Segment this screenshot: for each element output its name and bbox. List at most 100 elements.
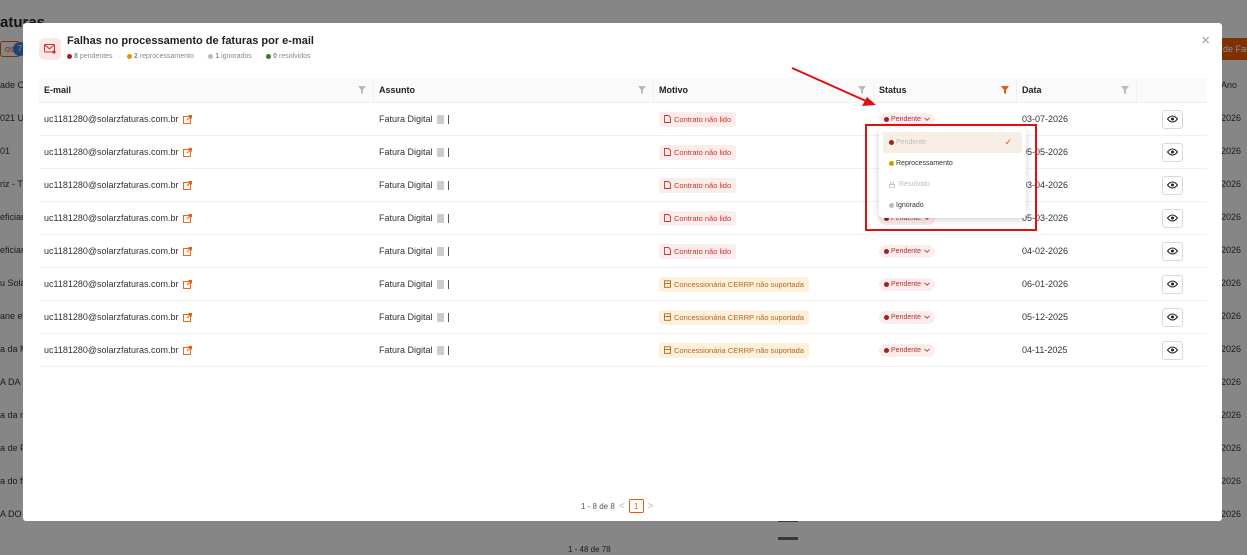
- email-cell: uc1181280@solarzfaturas.com.br: [39, 202, 374, 235]
- view-button[interactable]: [1161, 340, 1183, 360]
- view-button[interactable]: [1161, 274, 1183, 294]
- file-icon: [436, 114, 444, 124]
- external-link-icon[interactable]: [182, 345, 192, 355]
- summary-reprocessamento: 2 reprocessamento: [126, 53, 194, 60]
- pagination-range: 1 - 8 de 8: [581, 501, 615, 511]
- status-cell: Pendente: [874, 268, 1017, 301]
- subject-text: Fatura Digital: [379, 213, 433, 223]
- file-icon: [436, 213, 444, 223]
- col-actions: [1137, 78, 1207, 103]
- actions-cell: [1137, 169, 1207, 202]
- email-cell: uc1181280@solarzfaturas.com.br: [39, 103, 374, 136]
- view-button[interactable]: [1161, 109, 1183, 129]
- status-select[interactable]: Pendente: [879, 310, 935, 324]
- page-1-button[interactable]: 1: [628, 499, 644, 513]
- email-cell: uc1181280@solarzfaturas.com.br: [39, 301, 374, 334]
- reason-cell: Concessionária CERRP não suportada: [654, 268, 874, 301]
- actions-cell: [1137, 235, 1207, 268]
- email-cell: uc1181280@solarzfaturas.com.br: [39, 235, 374, 268]
- date-cell: 05-12-2025: [1022, 312, 1069, 322]
- reason-tag: Concessionária CERRP não suportada: [659, 309, 809, 325]
- external-link-icon[interactable]: [182, 213, 192, 223]
- subject-text: Fatura Digital: [379, 147, 433, 157]
- external-link-icon[interactable]: [182, 147, 192, 157]
- subject-text: Fatura Digital: [379, 312, 433, 322]
- subject-text: Fatura Digital: [379, 114, 433, 124]
- reason-cell: Concessionária CERRP não suportada: [654, 301, 874, 334]
- table-header: E-mail Assunto Motivo Status Data: [39, 77, 1207, 103]
- external-link-icon[interactable]: [182, 114, 192, 124]
- view-button[interactable]: [1161, 241, 1183, 261]
- subject-cell: Fatura Digital: [374, 301, 654, 334]
- reason-tag: Contrato não lido: [659, 243, 737, 259]
- actions-cell: [1137, 103, 1207, 136]
- filter-icon[interactable]: [1121, 85, 1129, 94]
- filter-icon[interactable]: [358, 85, 366, 94]
- email-text: uc1181280@solarzfaturas.com.br: [44, 312, 179, 322]
- document-icon: [664, 214, 671, 222]
- chevron-down-icon: [924, 315, 930, 319]
- actions-cell: [1137, 334, 1207, 367]
- divider: [447, 345, 449, 355]
- filter-icon[interactable]: [638, 85, 646, 94]
- table-row: uc1181280@solarzfaturas.com.br Fatura Dig…: [39, 235, 1207, 268]
- view-button[interactable]: [1161, 208, 1183, 228]
- subject-cell: Fatura Digital: [374, 169, 654, 202]
- date-cell: 06-01-2026: [1022, 279, 1069, 289]
- subject-cell: Fatura Digital: [374, 103, 654, 136]
- date-cell: 04-02-2026: [1022, 246, 1069, 256]
- next-page-button[interactable]: >: [648, 501, 654, 512]
- eye-icon: [1166, 181, 1178, 189]
- external-link-icon[interactable]: [182, 279, 192, 289]
- document-icon: [664, 148, 671, 156]
- table-row: uc1181280@solarzfaturas.com.br Fatura Dig…: [39, 268, 1207, 301]
- status-select[interactable]: Pendente: [879, 244, 935, 258]
- col-assunto: Assunto: [374, 77, 654, 103]
- email-cell: uc1181280@solarzfaturas.com.br: [39, 136, 374, 169]
- view-button[interactable]: [1161, 175, 1183, 195]
- document-icon: [664, 115, 671, 123]
- table-row: uc1181280@solarzfaturas.com.br Fatura Dig…: [39, 334, 1207, 367]
- eye-icon: [1166, 313, 1178, 321]
- close-icon[interactable]: ×: [1201, 33, 1210, 48]
- subject-text: Fatura Digital: [379, 246, 433, 256]
- prev-page-button[interactable]: <: [619, 501, 625, 512]
- reason-cell: Contrato não lido: [654, 136, 874, 169]
- actions-cell: [1137, 301, 1207, 334]
- external-link-icon[interactable]: [182, 180, 192, 190]
- reason-cell: Contrato não lido: [654, 235, 874, 268]
- eye-icon: [1166, 148, 1178, 156]
- email-text: uc1181280@solarzfaturas.com.br: [44, 213, 179, 223]
- file-icon: [436, 180, 444, 190]
- subject-cell: Fatura Digital: [374, 136, 654, 169]
- status-cell: Pendente: [874, 301, 1017, 334]
- email-text: uc1181280@solarzfaturas.com.br: [44, 114, 179, 124]
- view-button[interactable]: [1161, 142, 1183, 162]
- external-link-icon[interactable]: [182, 246, 192, 256]
- building-icon: [664, 280, 671, 288]
- chevron-down-icon: [924, 282, 930, 286]
- eye-icon: [1166, 247, 1178, 255]
- subject-cell: Fatura Digital: [374, 202, 654, 235]
- eye-icon: [1166, 115, 1178, 123]
- document-icon: [664, 247, 671, 255]
- filter-icon[interactable]: [858, 85, 866, 94]
- status-select[interactable]: Pendente: [879, 343, 935, 357]
- divider: [447, 180, 449, 190]
- filter-active-icon[interactable]: [1001, 85, 1009, 94]
- reason-tag: Contrato não lido: [659, 177, 737, 193]
- external-link-icon[interactable]: [182, 312, 192, 322]
- email-text: uc1181280@solarzfaturas.com.br: [44, 147, 179, 157]
- email-cell: uc1181280@solarzfaturas.com.br: [39, 334, 374, 367]
- divider: [447, 246, 449, 256]
- divider: [447, 213, 449, 223]
- email-cell: uc1181280@solarzfaturas.com.br: [39, 268, 374, 301]
- summary-resolvidos: 0 resolvidos: [266, 53, 311, 60]
- view-button[interactable]: [1161, 307, 1183, 327]
- divider: [447, 147, 449, 157]
- annotation-highlight-box: [865, 124, 1037, 231]
- actions-cell: [1137, 268, 1207, 301]
- col-motivo: Motivo: [654, 77, 874, 103]
- building-icon: [664, 346, 671, 354]
- status-select[interactable]: Pendente: [879, 277, 935, 291]
